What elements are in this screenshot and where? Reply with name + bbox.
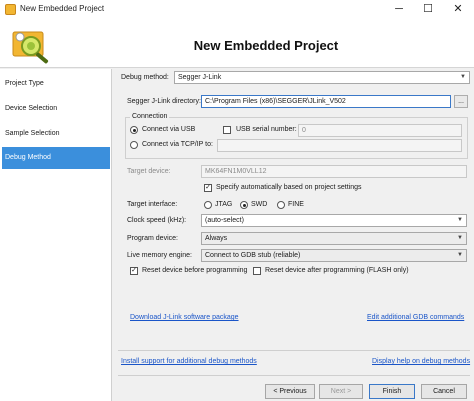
clock-speed-value: (auto-select) (205, 217, 244, 224)
target-interface-label: Target interface: (127, 201, 178, 208)
close-button[interactable]: ✕ (444, 0, 472, 20)
usb-serial-label: USB serial number: (236, 126, 297, 133)
download-jlink-link[interactable]: Download J-Link software package (130, 314, 239, 321)
interface-swd-radio[interactable] (240, 201, 248, 209)
usb-serial-checkbox[interactable] (223, 126, 231, 134)
target-device-input[interactable]: MK64FN1M0VLL12 (201, 165, 467, 178)
display-help-link[interactable]: Display help on debug methods (372, 358, 470, 365)
page-title: New Embedded Project (193, 38, 339, 53)
reset-after-label: Reset device after programming (FLASH on… (265, 267, 409, 274)
debug-method-select[interactable]: Segger J-Link ▼ (174, 71, 470, 84)
reset-before-label: Reset device before programming (142, 267, 248, 274)
jlink-directory-label: Segger J-Link directory: (127, 98, 201, 105)
minimize-button[interactable]: ─ (385, 0, 413, 20)
reset-before-checkbox[interactable]: ✓ (130, 267, 138, 275)
chevron-down-icon: ▼ (457, 235, 463, 241)
finish-button[interactable]: Finish (369, 384, 415, 399)
program-device-value: Always (205, 235, 228, 242)
live-memory-value: Connect to GDB stub (reliable) (205, 252, 301, 259)
next-button[interactable]: Next > (319, 384, 363, 399)
chevron-down-icon: ▼ (457, 217, 463, 223)
live-memory-select[interactable]: Connect to GDB stub (reliable) ▼ (201, 249, 467, 262)
clock-speed-select[interactable]: (auto-select) ▼ (201, 214, 467, 227)
chevron-down-icon: ▼ (457, 252, 463, 258)
interface-jtag-radio[interactable] (204, 201, 212, 209)
debug-method-label: Debug method: (121, 74, 169, 81)
chevron-down-icon: ▼ (460, 74, 466, 80)
edit-gdb-commands-link[interactable]: Edit additional GDB commands (367, 314, 464, 321)
browse-button[interactable]: ... (454, 95, 468, 108)
program-device-select[interactable]: Always ▼ (201, 232, 467, 245)
reset-after-checkbox[interactable] (253, 267, 261, 275)
window-title: New Embedded Project (20, 4, 105, 13)
maximize-button[interactable]: ☐ (414, 0, 442, 20)
tcp-address-input[interactable] (217, 139, 462, 152)
sidebar-item-sample-selection[interactable]: Sample Selection (2, 123, 110, 145)
connect-tcp-label: Connect via TCP/IP to: (142, 141, 213, 148)
interface-swd-label: SWD (251, 201, 268, 208)
sidebar-item-project-type[interactable]: Project Type (2, 73, 110, 95)
sidebar-item-device-selection[interactable]: Device Selection (2, 98, 110, 120)
target-device-label: Target device: (127, 168, 171, 175)
clock-speed-label: Clock speed (kHz): (127, 217, 187, 224)
footer-divider (118, 375, 470, 376)
section-divider (118, 350, 470, 351)
usb-serial-input[interactable]: 0 (298, 124, 462, 137)
connect-usb-radio[interactable] (130, 126, 138, 134)
live-memory-label: Live memory engine: (127, 252, 192, 259)
interface-jtag-label: JTAG (215, 201, 233, 208)
interface-fine-radio[interactable] (277, 201, 285, 209)
debug-method-value: Segger J-Link (178, 74, 222, 81)
sidebar-item-debug-method[interactable]: Debug Method (2, 147, 110, 169)
jlink-directory-input[interactable]: C:\Program Files (x86)\SEGGER\JLink_V502 (201, 95, 451, 108)
cancel-button[interactable]: Cancel (421, 384, 467, 399)
previous-button[interactable]: < Previous (265, 384, 315, 399)
connection-group-label: Connection (130, 113, 170, 120)
connect-tcp-radio[interactable] (130, 141, 138, 149)
specify-automatically-label: Specify automatically based on project s… (216, 184, 362, 191)
connect-usb-label: Connect via USB (142, 126, 196, 133)
app-icon (5, 4, 16, 15)
specify-automatically-checkbox[interactable]: ✓ (204, 184, 212, 192)
install-support-link[interactable]: Install support for additional debug met… (121, 358, 257, 365)
interface-fine-label: FINE (288, 201, 304, 208)
program-device-label: Program device: (127, 235, 178, 242)
